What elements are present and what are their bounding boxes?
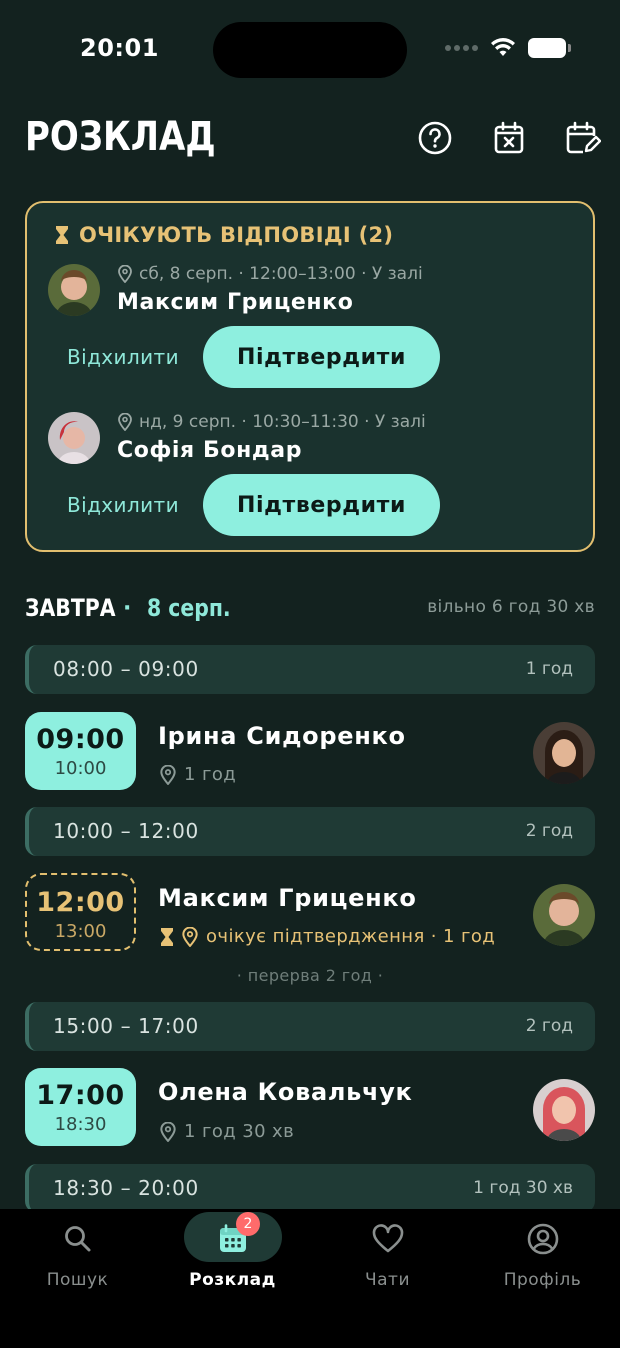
free-slot-duration: 1 год 30 хв <box>473 1178 573 1198</box>
appointment-details: 1 год 30 хв <box>160 1121 294 1142</box>
day-separator: · <box>123 596 132 621</box>
cellular-signal-icon <box>445 45 478 51</box>
battery-icon <box>528 38 571 58</box>
free-slot-duration: 1 год <box>525 659 573 679</box>
request-meta-text: нд, 9 серп. · 10:30–11:30 · У залі <box>139 412 426 432</box>
appointment-time[interactable]: 09:00 10:00 <box>25 712 136 790</box>
tab-label: Розклад <box>189 1270 276 1290</box>
appointment-details-text: очікує підтвердження · 1 год <box>206 926 496 947</box>
day-date: 8 серп. <box>147 594 231 622</box>
tab-chats[interactable]: Чати <box>310 1209 465 1309</box>
appointment-start: 17:00 <box>36 1080 125 1111</box>
free-slot-range: 18:30 – 20:00 <box>53 1176 199 1200</box>
avatar <box>48 412 100 464</box>
tab-label: Пошук <box>46 1270 109 1290</box>
free-slot-range: 15:00 – 17:00 <box>53 1014 199 1038</box>
wifi-icon <box>491 38 515 56</box>
free-slot-duration: 2 год <box>525 1016 573 1036</box>
hourglass-icon <box>56 226 68 244</box>
status-time: 20:01 <box>80 34 159 62</box>
help-icon[interactable] <box>417 120 453 156</box>
free-slot[interactable]: 08:00 – 09:00 1 год <box>25 645 595 694</box>
tab-label: Профіль <box>503 1270 582 1290</box>
avatar <box>533 884 595 946</box>
location-pin-icon <box>160 764 176 785</box>
location-pin-icon <box>160 1121 176 1142</box>
appointment-end: 13:00 <box>54 921 107 942</box>
avatar <box>533 1079 595 1141</box>
free-slot-duration: 2 год <box>525 821 573 841</box>
appointment-client-name[interactable]: Максим Гриценко <box>158 884 417 912</box>
calendar-edit-icon[interactable] <box>565 120 601 156</box>
break-label: · перерва 2 год · <box>236 966 384 985</box>
request-client-name: Софія Бондар <box>117 438 303 463</box>
appointment-details-text: 1 год <box>184 764 237 785</box>
decline-button[interactable]: Відхилити <box>67 493 179 517</box>
search-icon <box>58 1219 98 1259</box>
hourglass-icon <box>161 927 173 946</box>
profile-icon <box>523 1219 563 1259</box>
dynamic-island <box>213 22 407 78</box>
location-pin-icon <box>182 926 198 947</box>
request-meta-text: сб, 8 серп. · 12:00–13:00 · У залі <box>139 264 423 284</box>
appointment-details: 1 год <box>160 764 236 785</box>
pending-title-text: ОЧІКУЮТЬ ВІДПОВІДІ (2) <box>79 223 394 247</box>
confirm-button[interactable]: Підтвердити <box>203 474 440 536</box>
appointment-start: 09:00 <box>36 724 125 755</box>
appointment-end: 10:00 <box>54 758 107 779</box>
day-free-time: вільно 6 год 30 хв <box>427 597 595 617</box>
location-pin-icon <box>118 265 132 283</box>
day-label: ЗАВТРА <box>25 594 116 622</box>
appointment-details: очікує підтвердження · 1 год <box>160 926 495 947</box>
appointment-start: 12:00 <box>36 887 125 918</box>
request-client-name: Максим Гриценко <box>117 290 354 315</box>
appointment-details-text: 1 год 30 хв <box>184 1121 295 1142</box>
free-slot-range: 08:00 – 09:00 <box>53 657 199 681</box>
status-indicators <box>445 38 571 58</box>
request-meta: нд, 9 серп. · 10:30–11:30 · У залі <box>118 412 426 432</box>
appointment-client-name[interactable]: Олена Ковальчук <box>158 1078 413 1106</box>
tab-profile[interactable]: Профіль <box>465 1209 620 1309</box>
avatar <box>533 722 595 784</box>
calendar-cancel-icon[interactable] <box>491 120 527 156</box>
pending-title: ОЧІКУЮТЬ ВІДПОВІДІ (2) <box>55 223 393 247</box>
confirm-button[interactable]: Підтвердити <box>203 326 440 388</box>
page-title: РОЗКЛАД <box>25 114 216 160</box>
appointment-client-name[interactable]: Ірина Сидоренко <box>158 722 406 750</box>
avatar <box>48 264 100 316</box>
tab-search[interactable]: Пошук <box>0 1209 155 1309</box>
location-pin-icon <box>118 413 132 431</box>
tab-label: Чати <box>364 1270 411 1290</box>
tab-schedule[interactable]: 2 Розклад <box>155 1209 310 1309</box>
appointment-time[interactable]: 17:00 18:30 <box>25 1068 136 1146</box>
free-slot[interactable]: 18:30 – 20:00 1 год 30 хв <box>25 1164 595 1213</box>
decline-button[interactable]: Відхилити <box>67 345 179 369</box>
free-slot[interactable]: 10:00 – 12:00 2 год <box>25 807 595 856</box>
heart-icon <box>368 1219 408 1259</box>
request-meta: сб, 8 серп. · 12:00–13:00 · У залі <box>118 264 423 284</box>
free-slot-range: 10:00 – 12:00 <box>53 819 199 843</box>
appointment-end: 18:30 <box>54 1114 107 1135</box>
appointment-time[interactable]: 12:00 13:00 <box>25 873 136 951</box>
free-slot[interactable]: 15:00 – 17:00 2 год <box>25 1002 595 1051</box>
notification-badge: 2 <box>236 1212 260 1236</box>
